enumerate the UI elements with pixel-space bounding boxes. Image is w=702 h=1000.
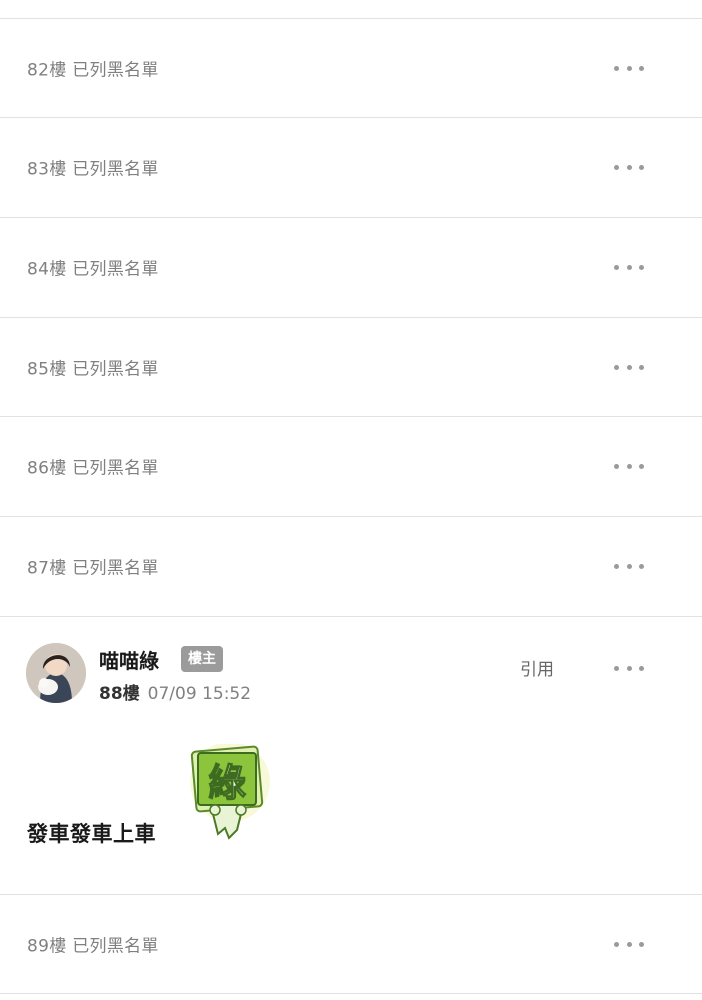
row-label: 85樓 已列黑名單 <box>27 359 159 380</box>
post-content: 發車發車上車 <box>27 822 156 846</box>
post-timestamp: 07/09 15:52 <box>147 684 252 704</box>
row-label: 83樓 已列黑名單 <box>27 159 159 180</box>
green-sticker-icon: 綠 <box>185 742 275 844</box>
row-label: 84樓 已列黑名單 <box>27 259 159 280</box>
sticker-text: 綠 <box>208 761 246 805</box>
blacklisted-row-87[interactable]: 87樓 已列黑名單 <box>0 517 702 615</box>
blacklisted-row-83[interactable]: 83樓 已列黑名單 <box>0 118 702 216</box>
blacklisted-row-86[interactable]: 86樓 已列黑名單 <box>0 417 702 515</box>
thread-owner-badge: 樓主 <box>181 646 223 672</box>
blacklisted-row-85[interactable]: 85樓 已列黑名單 <box>0 318 702 416</box>
user-avatar[interactable] <box>26 643 86 703</box>
divider <box>0 993 702 994</box>
more-dots-icon[interactable] <box>614 561 644 571</box>
blacklisted-row-89[interactable]: 89樓 已列黑名單 <box>0 895 702 993</box>
more-dots-icon[interactable] <box>614 262 644 272</box>
blacklisted-row-84[interactable]: 84樓 已列黑名單 <box>0 218 702 316</box>
row-label: 89樓 已列黑名單 <box>27 936 159 957</box>
more-dots-icon[interactable] <box>614 362 644 372</box>
row-label: 87樓 已列黑名單 <box>27 558 159 579</box>
more-dots-icon[interactable] <box>614 63 644 73</box>
post-88: 喵喵綠 樓主 88樓 07/09 15:52 引用 綠 發車發車上車 <box>0 617 702 893</box>
more-dots-icon[interactable] <box>614 663 644 673</box>
quote-button[interactable]: 引用 <box>520 655 554 680</box>
author-name[interactable]: 喵喵綠 <box>99 645 159 674</box>
more-dots-icon[interactable] <box>614 939 644 949</box>
row-label: 82樓 已列黑名單 <box>27 60 159 81</box>
post-meta: 88樓 07/09 15:52 <box>99 679 251 704</box>
blacklisted-row-82[interactable]: 82樓 已列黑名單 <box>0 19 702 117</box>
more-dots-icon[interactable] <box>614 461 644 471</box>
more-dots-icon[interactable] <box>614 162 644 172</box>
row-label: 86樓 已列黑名單 <box>27 458 159 479</box>
floor-number: 88樓 <box>99 684 140 704</box>
